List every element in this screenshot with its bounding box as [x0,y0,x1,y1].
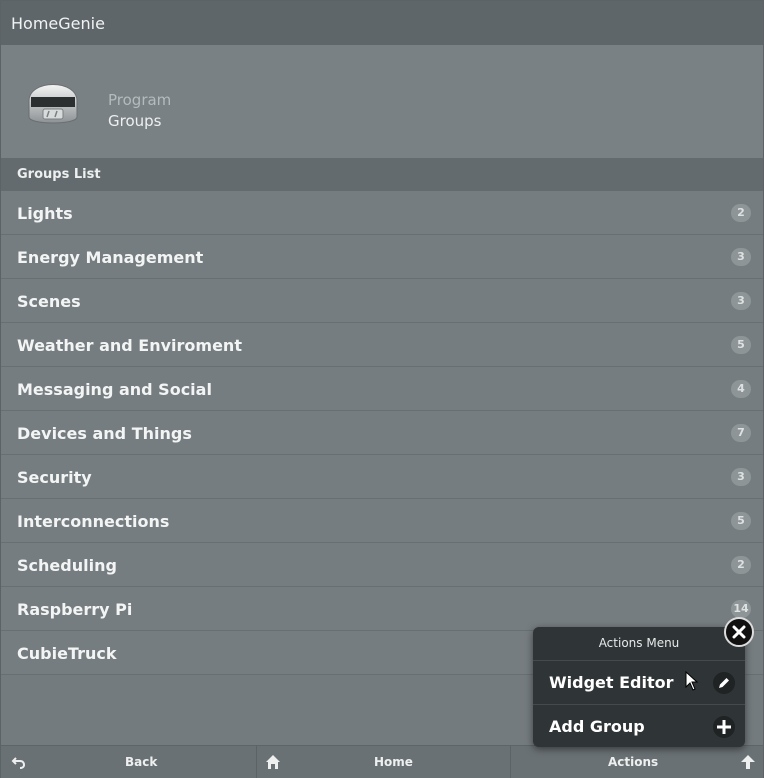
group-label: Security [17,468,92,487]
widget-editor-label: Widget Editor [549,673,674,692]
count-badge: 2 [731,204,751,222]
group-item[interactable]: Energy Management 3 [1,235,763,279]
close-button[interactable] [724,617,754,647]
actions-menu-title: Actions Menu [533,627,745,661]
group-item[interactable]: Raspberry Pi 14 [1,587,763,631]
count-badge: 4 [731,380,751,398]
section-title: Groups List [1,158,763,191]
count-badge: 3 [731,292,751,310]
group-label: CubieTruck [17,644,117,663]
count-badge: 5 [731,512,751,530]
home-icon [266,755,280,769]
count-badge: 2 [731,556,751,574]
undo-icon [11,757,26,769]
actions-button[interactable]: Actions [511,746,763,778]
count-badge: 5 [731,336,751,354]
group-label: Devices and Things [17,424,192,443]
cursor-icon [685,671,699,691]
helmet-icon [28,84,78,124]
pencil-icon [713,672,735,694]
header-subtitle: Program [108,91,172,109]
actions-label: Actions [608,755,659,769]
group-item[interactable]: Devices and Things 7 [1,411,763,455]
count-badge: 3 [731,248,751,266]
app-window: HomeGenie Program Groups Groups List Lig… [0,0,764,778]
page-header: Program Groups [1,45,763,158]
group-label: Interconnections [17,512,170,531]
group-item[interactable]: Scenes 3 [1,279,763,323]
add-group-label: Add Group [549,717,645,736]
group-label: Energy Management [17,248,204,267]
group-item[interactable]: Scheduling 2 [1,543,763,587]
plus-icon [713,716,735,738]
count-badge: 14 [731,600,751,618]
group-label: Scenes [17,292,81,311]
group-item[interactable]: Interconnections 5 [1,499,763,543]
group-item[interactable]: Security 3 [1,455,763,499]
group-label: Messaging and Social [17,380,212,399]
back-button[interactable]: Back [1,746,255,778]
groups-list: Lights 2 Energy Management 3 Scenes 3 Weath… [1,191,763,675]
arrow-up-icon [741,755,755,769]
back-label: Back [125,755,158,769]
group-item[interactable]: Lights 2 [1,191,763,235]
widget-editor-item[interactable]: Widget Editor [533,661,745,705]
header-title: Groups [108,112,162,130]
count-badge: 3 [731,468,751,486]
footer-toolbar: Back Home Actions [1,745,763,778]
group-label: Scheduling [17,556,117,575]
group-item[interactable]: Messaging and Social 4 [1,367,763,411]
close-icon [732,625,746,639]
home-button[interactable]: Home [257,746,509,778]
actions-menu: Actions Menu Widget Editor Add Group [533,627,745,747]
add-group-item[interactable]: Add Group [533,705,745,748]
home-label: Home [374,755,413,769]
group-item[interactable]: Weather and Enviroment 5 [1,323,763,367]
app-title: HomeGenie [1,1,763,45]
group-label: Lights [17,204,73,223]
group-label: Raspberry Pi [17,600,133,619]
group-label: Weather and Enviroment [17,336,242,355]
count-badge: 7 [731,424,751,442]
